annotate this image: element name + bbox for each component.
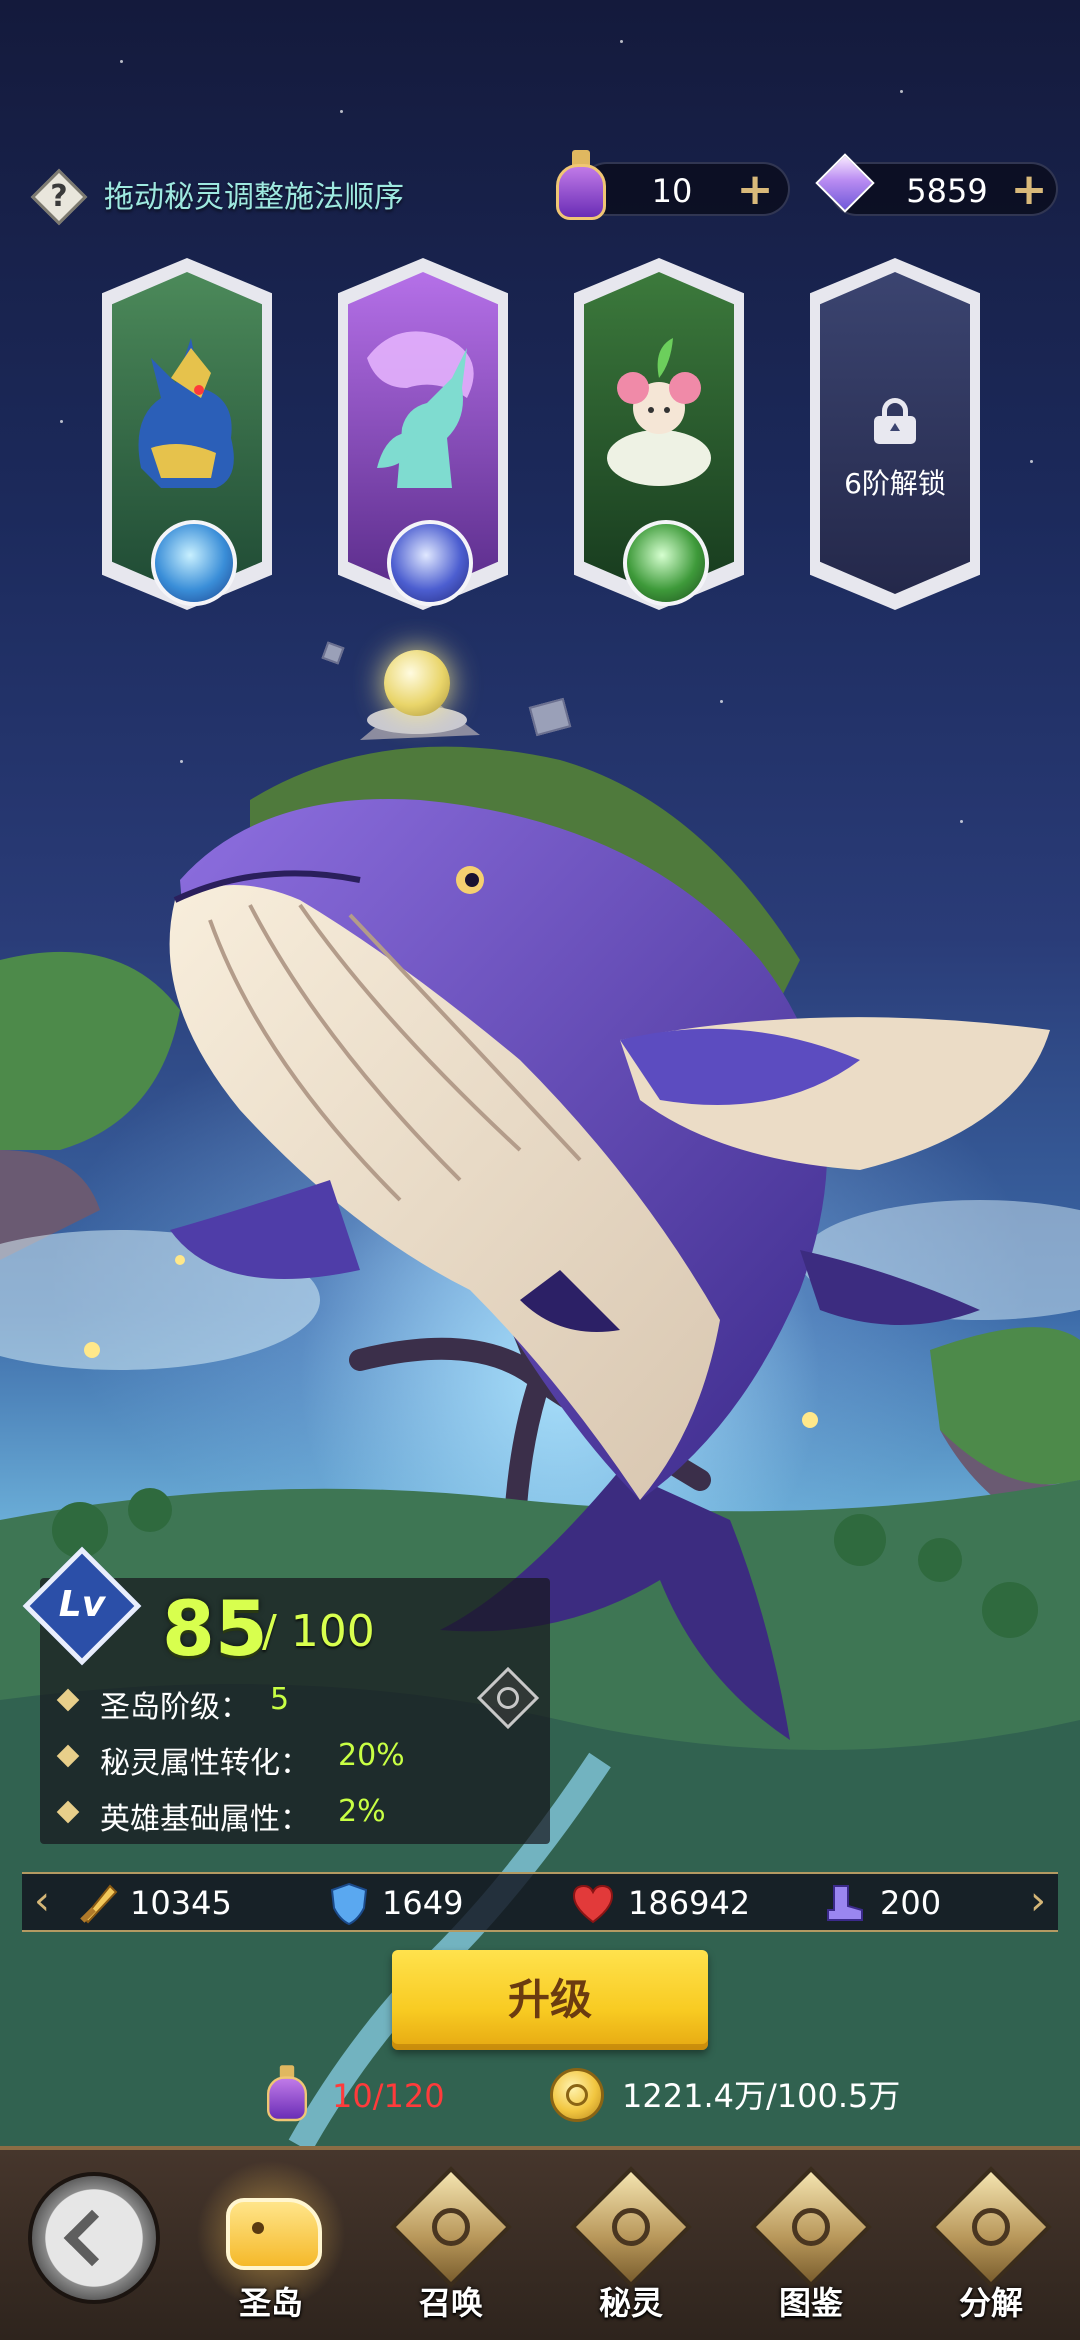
golden-orb [384,650,450,716]
bullet-diamond-icon [56,1744,80,1768]
back-button[interactable] [28,2172,160,2304]
sword-icon [80,1884,118,1924]
boot-icon [827,1885,863,1921]
unicorn-portrait [367,331,474,488]
max-level: / 100 [262,1606,375,1657]
lightning-element-icon [387,520,473,606]
tab-codex[interactable]: 图鉴 [726,2160,896,2336]
tab-decompose[interactable]: 分解 [906,2160,1076,2336]
defense-value: 1649 [382,1884,464,1922]
back-arrow-icon [63,2209,121,2267]
potion-cost: 10/120 [332,2077,445,2115]
nature-element-icon [623,520,709,606]
add-gem-button[interactable]: + [1006,168,1052,214]
spirit-card-flower[interactable] [568,258,750,610]
holy-island-screen: ? 拖动秘灵调整施法顺序 10 + 5859 + 6阶解锁 Lv 85 / 10… [0,0,1080,2340]
blue-wolf-portrait [138,338,234,488]
bar-right-ornament-icon: › [1030,1878,1046,1924]
gem-count: 5859 [906,172,988,210]
shield-icon [330,1882,368,1926]
upgrade-button[interactable]: 升级 [392,1950,708,2050]
island-rank-row: 圣岛阶级： 5 [56,1682,360,1725]
tab-summon[interactable]: 召唤 [366,2160,536,2336]
water-element-icon [151,520,237,606]
tab-holy-island[interactable]: 圣岛 [186,2160,356,2336]
bar-left-ornament-icon: ‹ [34,1878,50,1924]
coin-center-icon [566,2084,588,2106]
potion-cost-icon [264,2065,310,2123]
current-level: 85 [162,1584,268,1673]
speed-value: 200 [880,1884,942,1922]
hero-base-attr-row: 英雄基础属性： 2% [56,1794,460,1837]
spell-order-hint: 拖动秘灵调整施法顺序 [104,180,404,215]
bullet-diamond-icon [56,1800,80,1824]
unlock-requirement: 6阶解锁 [844,467,946,500]
search-icon [497,1687,519,1709]
health-value: 186942 [628,1884,751,1922]
potion-icon [552,150,610,222]
heart-icon [572,1884,614,1924]
level-badge: Lv [22,1546,142,1666]
spirit-conversion-row: 秘灵属性转化： 20% [56,1738,460,1781]
question-mark-icon: ? [50,179,68,214]
add-potion-button[interactable]: + [732,168,778,214]
coin-cost: 1221.4万/100.5万 [622,2077,901,2115]
potion-count: 10 [651,172,693,210]
spirit-card-unicorn[interactable] [332,258,514,610]
attack-value: 10345 [130,1884,232,1922]
bullet-diamond-icon [56,1688,80,1712]
potion-currency: 10 + [580,162,790,216]
flower-sprite-portrait [607,338,711,486]
level-badge-text: Lv [58,1584,106,1625]
spirit-card-wolf[interactable] [96,258,278,610]
whale-icon [226,2198,322,2270]
tab-spirits[interactable]: 秘灵 [546,2160,716,2336]
diamond-icon [814,153,876,218]
lock-icon [874,398,916,444]
help-button[interactable]: ? [30,168,88,226]
spirit-card-locked[interactable]: 6阶解锁 [804,258,986,610]
